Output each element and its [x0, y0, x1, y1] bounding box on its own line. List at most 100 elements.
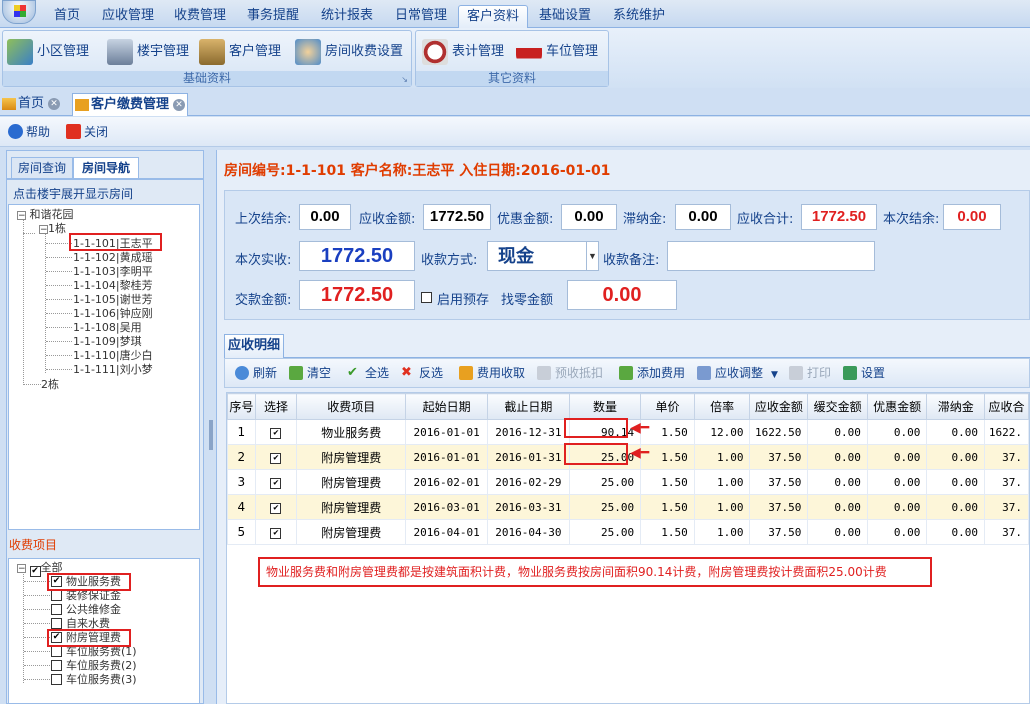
fee-all-checkbox[interactable]: ✔ [29, 566, 41, 577]
paid-field[interactable]: 1772.50 [299, 280, 415, 310]
column-header[interactable]: 倍率 [693, 393, 751, 420]
column-header[interactable]: 收费项目 [296, 393, 407, 420]
tree-room-item[interactable]: 1-1-111|刘小梦 [73, 363, 153, 376]
menu-tab-home[interactable]: 首页 [42, 5, 92, 28]
tree-root[interactable]: − 和谐花园 [17, 208, 74, 221]
help-button[interactable]: 帮助 [8, 124, 50, 140]
prepay-deduct-button[interactable]: 预收抵扣 [537, 365, 603, 381]
chevron-down-icon[interactable]: ▼ [771, 370, 778, 380]
remark-field[interactable] [667, 241, 875, 271]
table-row[interactable]: 1 ✔ 物业服务费 2016-01-01 2016-12-31 90.14 1.50 12.0… [227, 419, 1029, 445]
change-field[interactable]: 0.00 [567, 280, 677, 310]
close-icon[interactable]: ✕ [48, 97, 61, 110]
tree-building-1[interactable]: −1栋 [39, 222, 66, 235]
close-button[interactable]: 关闭 [66, 124, 108, 140]
total-field[interactable]: 1772.50 [801, 204, 877, 230]
discount-field[interactable]: 0.00 [561, 204, 617, 230]
fee-checkbox[interactable] [51, 604, 62, 615]
column-header[interactable]: 截止日期 [487, 393, 570, 420]
column-header[interactable]: 应收合 [983, 393, 1029, 420]
this-balance-field[interactable]: 0.00 [943, 204, 1001, 230]
tree-room-item[interactable]: 1-1-108|吴用 [73, 321, 142, 334]
menu-tab-settings[interactable]: 基础设置 [530, 5, 600, 28]
parking-button[interactable]: 车位管理 [516, 37, 598, 67]
tree-room-item[interactable]: 1-1-110|唐少白 [73, 349, 153, 362]
column-header[interactable]: 选择 [254, 393, 298, 420]
column-header[interactable]: 起始日期 [405, 393, 489, 420]
prepay-checkbox[interactable] [421, 292, 432, 303]
tab-room-nav[interactable]: 房间导航 [73, 157, 139, 178]
menu-tab-reports[interactable]: 统计报表 [312, 5, 382, 28]
row-checkbox[interactable]: ✔ [270, 478, 282, 489]
invert-button[interactable]: ✖ 反选 [401, 365, 443, 381]
table-row[interactable]: 5 ✔ 附房管理费 2016-04-01 2016-04-30 25.00 1.50 1.00… [227, 519, 1029, 545]
menu-tab-customers[interactable]: 客户资料 [458, 5, 528, 28]
clear-button[interactable]: 清空 [289, 365, 331, 381]
fee-item-label[interactable]: 车位服务费(3) [66, 673, 137, 686]
tree-room-item[interactable]: 1-1-105|谢世芳 [73, 293, 153, 306]
room-fee-settings-button[interactable]: 房间收费设置 [295, 37, 403, 67]
app-logo-icon[interactable] [2, 0, 36, 24]
tree-room-item[interactable]: 1-1-106|钟应刚 [73, 307, 153, 320]
row-select-cell[interactable]: ✔ [254, 469, 298, 495]
tree-room-item[interactable]: 1-1-103|李明平 [73, 265, 153, 278]
fee-checkbox[interactable] [51, 590, 62, 601]
late-fee-field[interactable]: 0.00 [675, 204, 731, 230]
refresh-button[interactable]: 刷新 [235, 365, 277, 381]
community-button[interactable]: 小区管理 [7, 37, 89, 67]
settings-button[interactable]: 设置 [843, 365, 885, 381]
column-header[interactable]: 优惠金额 [866, 393, 928, 420]
panel-splitter[interactable] [207, 150, 215, 704]
menu-tab-system[interactable]: 系统维护 [604, 5, 674, 28]
column-header[interactable]: 数量 [568, 393, 642, 420]
doc-tab-customer-payment[interactable]: 客户缴费管理 ✕ [72, 93, 188, 116]
menu-tab-daily[interactable]: 日常管理 [386, 5, 456, 28]
fee-item-label[interactable]: 车位服务费(2) [66, 659, 137, 672]
tree-room-item[interactable]: 1-1-104|黎桂芳 [73, 279, 153, 292]
chevron-down-icon[interactable]: ▼ [586, 242, 598, 270]
print-button[interactable]: 打印 [789, 365, 831, 381]
column-header[interactable]: 滞纳金 [926, 393, 985, 420]
close-icon[interactable]: ✕ [173, 98, 186, 111]
menu-tab-reminders[interactable]: 事务提醒 [238, 5, 308, 28]
customer-button[interactable]: 客户管理 [199, 37, 281, 67]
last-balance-field[interactable]: 0.00 [299, 204, 351, 230]
fee-checkbox[interactable] [51, 674, 62, 685]
tab-receivable-detail[interactable]: 应收明细 [224, 334, 284, 358]
row-checkbox[interactable]: ✔ [270, 528, 282, 539]
tree-room-item[interactable]: 1-1-102|黄成瑶 [73, 251, 153, 264]
fee-checkbox[interactable] [51, 660, 62, 671]
building-button[interactable]: 楼宇管理 [107, 37, 189, 67]
row-select-cell[interactable]: ✔ [254, 519, 298, 545]
column-header[interactable]: 序号 [227, 393, 256, 420]
tree-room-item[interactable]: 1-1-109|梦琪 [73, 335, 142, 348]
meter-button[interactable]: 表计管理 [422, 37, 504, 67]
add-fee-button[interactable]: 添加费用 [619, 365, 685, 381]
column-header[interactable]: 缓交金额 [807, 393, 868, 420]
actual-field[interactable]: 1772.50 [299, 241, 415, 271]
tab-room-query[interactable]: 房间查询 [11, 157, 73, 178]
collect-fee-button[interactable]: 费用收取 [459, 365, 525, 381]
fee-checkbox[interactable] [51, 646, 62, 657]
table-row[interactable]: 2 ✔ 附房管理费 2016-01-01 2016-01-31 25.00 1.50 1.00… [227, 444, 1029, 470]
row-select-cell[interactable]: ✔ [254, 494, 298, 520]
row-checkbox[interactable]: ✔ [270, 428, 282, 439]
method-select[interactable]: 现金 ▼ [487, 241, 599, 271]
doc-tab-home[interactable]: 首页 ✕ [0, 93, 70, 116]
receivable-field[interactable]: 1772.50 [423, 204, 491, 230]
column-header[interactable]: 单价 [640, 393, 695, 420]
menu-tab-receivables[interactable]: 应收管理 [94, 5, 162, 28]
table-row[interactable]: 3 ✔ 附房管理费 2016-02-01 2016-02-29 25.00 1.50 1.00… [227, 469, 1029, 495]
row-select-cell[interactable]: ✔ [254, 419, 298, 445]
row-select-cell[interactable]: ✔ [254, 444, 298, 470]
fee-checkbox[interactable] [51, 618, 62, 629]
column-header[interactable]: 应收金额 [749, 393, 809, 420]
table-row[interactable]: 4 ✔ 附房管理费 2016-03-01 2016-03-31 25.00 1.50 1.00… [227, 494, 1029, 520]
tree-building-2[interactable]: 2栋 [41, 378, 59, 391]
select-all-button[interactable]: ✔ 全选 [347, 365, 389, 381]
row-checkbox[interactable]: ✔ [270, 503, 282, 514]
adjust-button[interactable]: 应收调整 ▼ [697, 365, 778, 383]
fee-item-label[interactable]: 公共维修金 [66, 603, 121, 616]
row-checkbox[interactable]: ✔ [270, 453, 282, 464]
menu-tab-charges[interactable]: 收费管理 [166, 5, 234, 28]
